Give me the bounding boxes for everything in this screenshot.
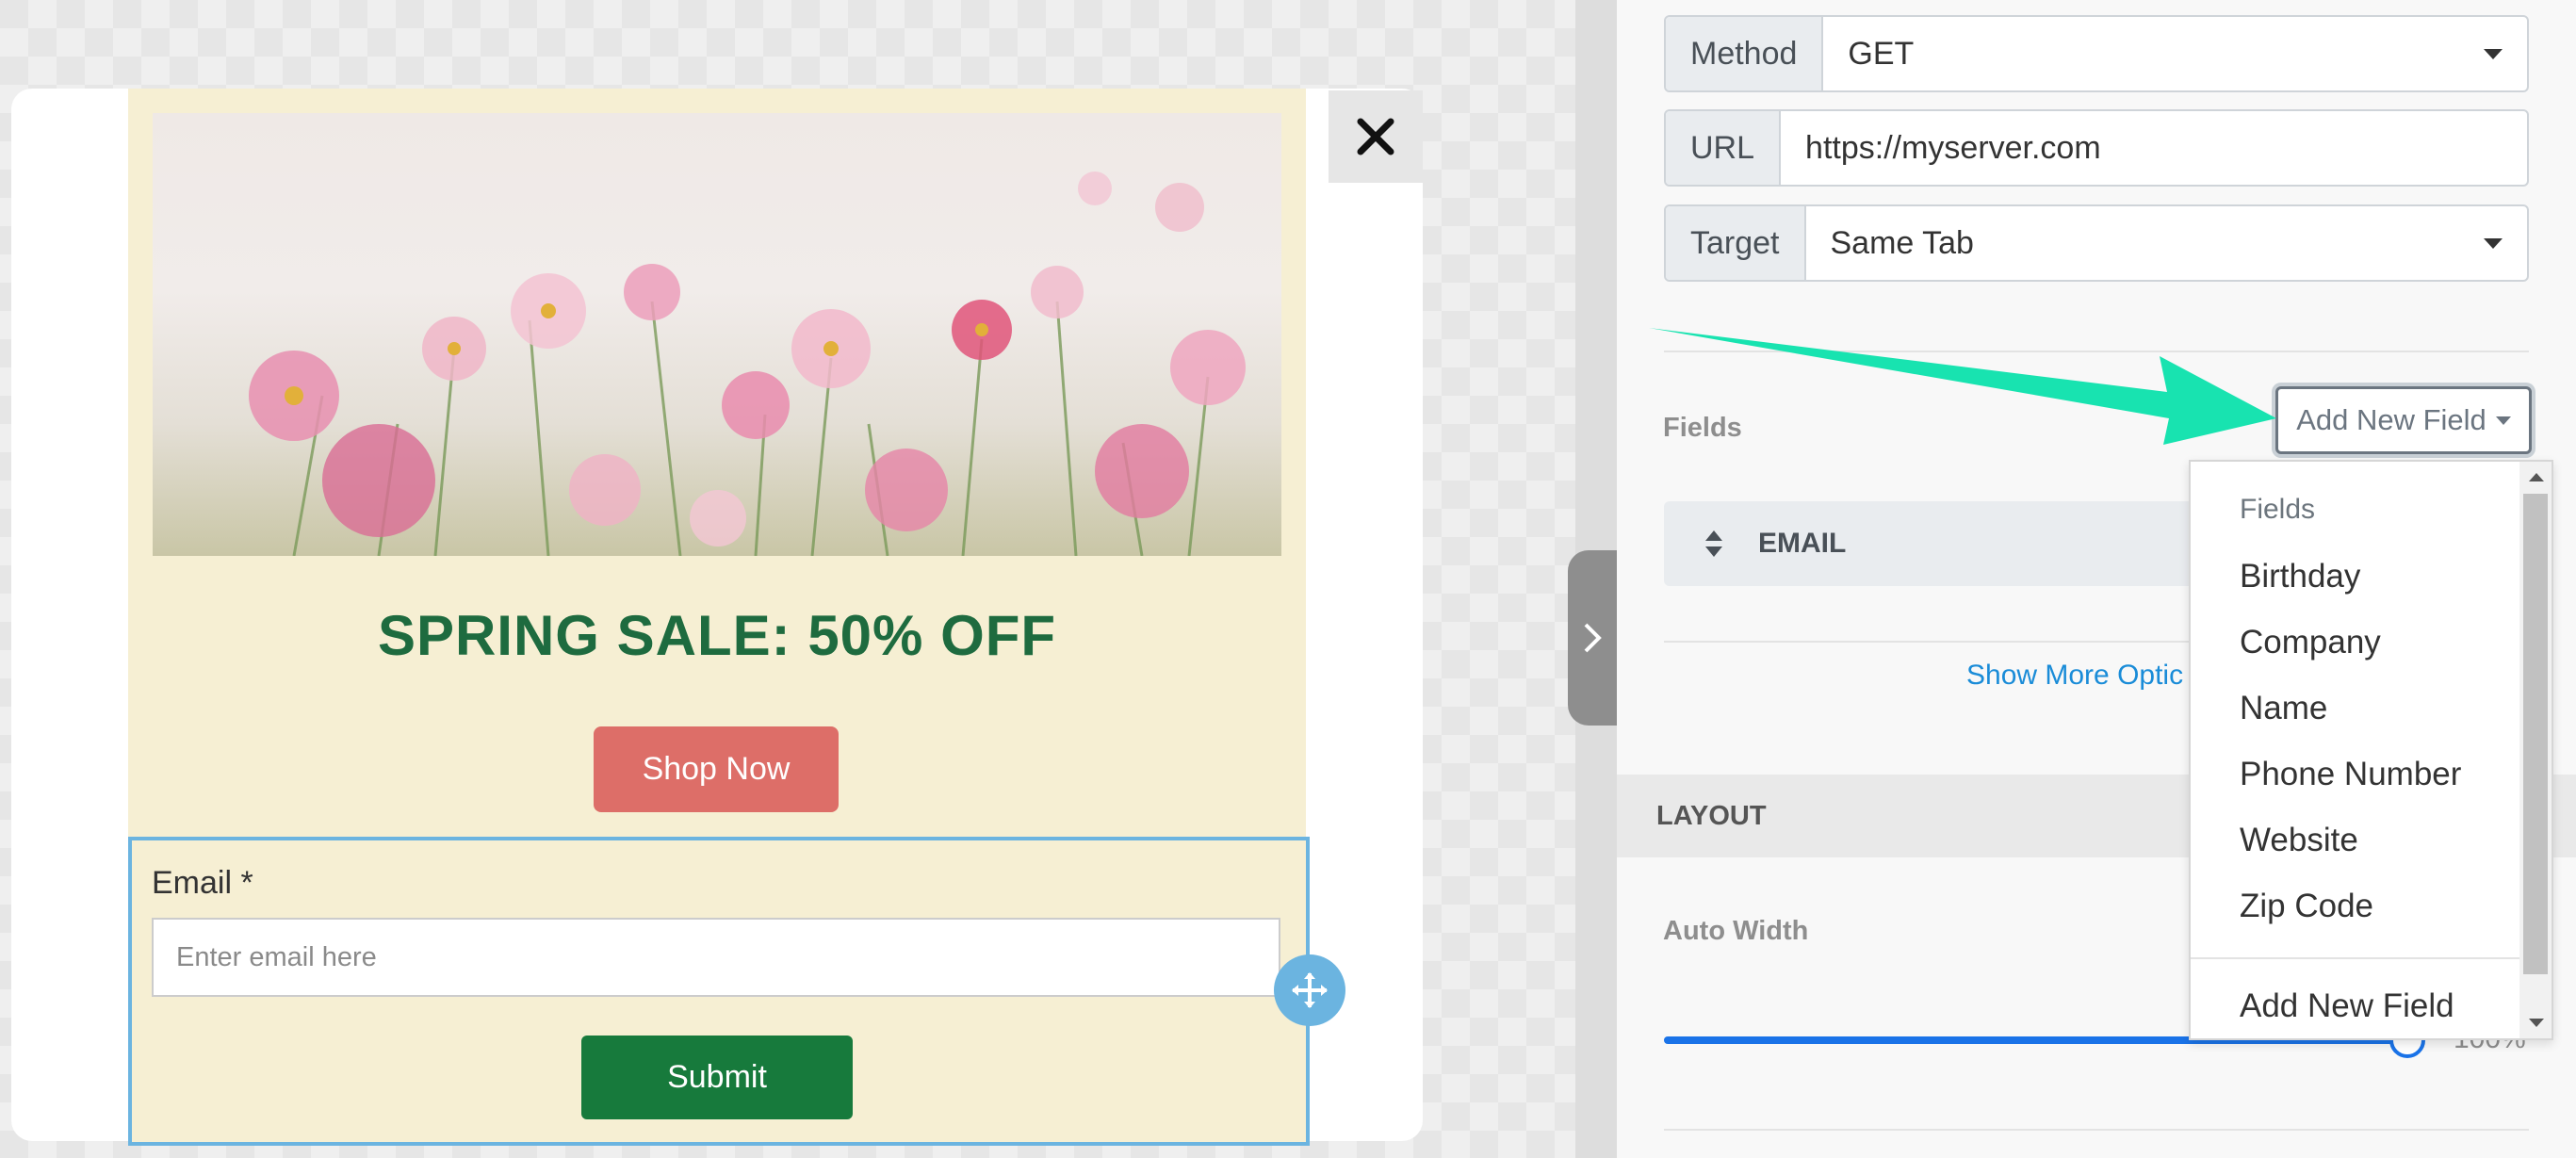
- dropdown-item-company[interactable]: Company: [2240, 624, 2381, 661]
- caret-down-icon: [2495, 416, 2511, 425]
- hero-image: [153, 113, 1281, 556]
- email-placeholder: Enter email here: [176, 941, 377, 972]
- email-input[interactable]: Enter email here: [152, 918, 1280, 997]
- add-new-field-label: Add New Field: [2296, 403, 2486, 436]
- scroll-thumb[interactable]: [2523, 494, 2548, 974]
- add-new-field-button[interactable]: Add New Field: [2275, 386, 2532, 454]
- move-icon: [1292, 972, 1328, 1008]
- target-select[interactable]: Target Same Tab: [1664, 204, 2529, 282]
- close-button[interactable]: [1329, 90, 1423, 183]
- email-label: Email *: [152, 865, 253, 901]
- dropdown-scrollbar[interactable]: [2519, 462, 2552, 1038]
- sort-handle-icon[interactable]: [1704, 529, 1724, 559]
- target-label: Target: [1666, 206, 1806, 280]
- url-value[interactable]: https://myserver.com: [1781, 111, 2527, 185]
- show-more-options-link[interactable]: Show More Optic: [1966, 660, 2183, 692]
- url-field[interactable]: URL https://myserver.com: [1664, 109, 2529, 187]
- dropdown-divider: [2191, 957, 2520, 959]
- add-field-dropdown: Fields Birthday Company Name Phone Numbe…: [2189, 460, 2553, 1040]
- divider: [1664, 1129, 2529, 1131]
- caret-down-icon: [2484, 48, 2503, 59]
- submit-button[interactable]: Submit: [581, 1036, 853, 1119]
- auto-width-label: Auto Width: [1663, 916, 1809, 946]
- close-icon: [1357, 118, 1394, 155]
- dropdown-item-website[interactable]: Website: [2240, 822, 2358, 859]
- method-value: GET: [1848, 35, 1915, 72]
- method-select[interactable]: Method GET: [1664, 15, 2529, 92]
- dropdown-item-birthday[interactable]: Birthday: [2240, 558, 2360, 595]
- method-label: Method: [1666, 17, 1824, 90]
- move-handle[interactable]: [1274, 954, 1345, 1026]
- chevron-right-icon: [1584, 623, 1602, 653]
- scroll-down-icon[interactable]: [2529, 1019, 2544, 1027]
- flowers-image: [249, 171, 1246, 556]
- collapse-panel-tab[interactable]: [1568, 550, 1617, 726]
- dropdown-item-phone-number[interactable]: Phone Number: [2240, 756, 2461, 793]
- annotation-arrow-icon: [1649, 328, 2276, 445]
- dropdown-item-zip-code[interactable]: Zip Code: [2240, 888, 2373, 925]
- layout-header-label: LAYOUT: [1656, 800, 1767, 831]
- scroll-up-icon[interactable]: [2529, 473, 2544, 481]
- caret-down-icon: [2484, 237, 2503, 249]
- dropdown-header: Fields: [2240, 494, 2316, 525]
- dropdown-item-name[interactable]: Name: [2240, 690, 2327, 727]
- shop-now-button[interactable]: Shop Now: [594, 726, 839, 812]
- dropdown-item-add-new-field[interactable]: Add New Field: [2240, 987, 2454, 1025]
- url-label: URL: [1666, 111, 1782, 185]
- email-field-name: EMAIL: [1758, 528, 1847, 559]
- target-value: Same Tab: [1830, 224, 1974, 261]
- headline: SPRING SALE: 50% OFF: [377, 604, 1057, 667]
